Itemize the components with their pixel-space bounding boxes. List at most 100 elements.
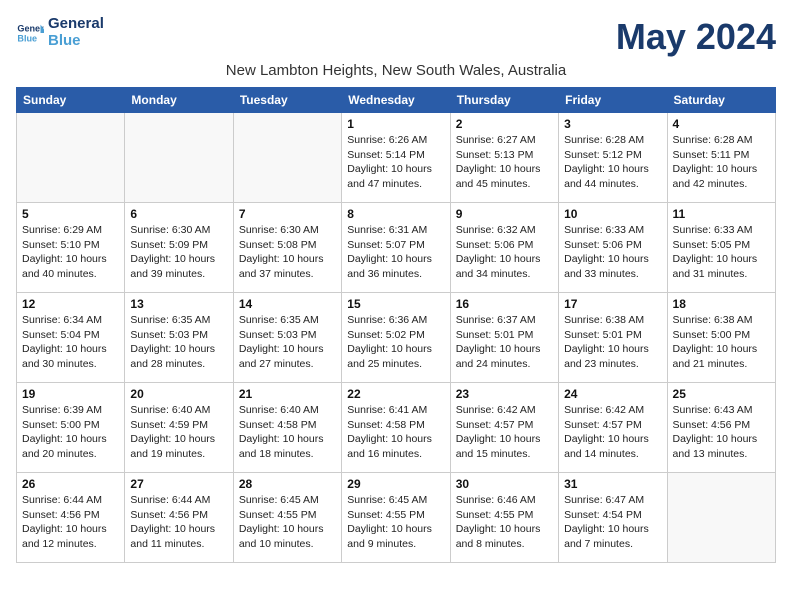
day-info: Sunrise: 6:28 AM Sunset: 5:12 PM Dayligh…: [564, 133, 661, 192]
calendar-week-row: 19Sunrise: 6:39 AM Sunset: 5:00 PM Dayli…: [17, 383, 776, 473]
calendar-day-cell: 19Sunrise: 6:39 AM Sunset: 5:00 PM Dayli…: [17, 383, 125, 473]
calendar-day-cell: 18 Sunrise: 6:38 AM Sunset: 5:00 PM Dayli…: [667, 293, 775, 383]
day-number: 25: [673, 387, 770, 401]
day-number: 9: [456, 207, 553, 221]
month-title: May 2024: [616, 16, 776, 58]
day-number: 28: [239, 477, 336, 491]
calendar-day-cell: 30Sunrise: 6:46 AM Sunset: 4:55 PM Dayli…: [450, 473, 558, 563]
weekday-header: Friday: [559, 88, 667, 113]
logo-line1: General: [48, 16, 104, 33]
day-info: Sunrise: 6:27 AM Sunset: 5:13 PM Dayligh…: [456, 133, 553, 192]
day-number: 18: [673, 297, 770, 311]
day-info: Sunrise: 6:40 AM Sunset: 4:58 PM Dayligh…: [239, 403, 336, 462]
day-info: Sunrise: 6:41 AM Sunset: 4:58 PM Dayligh…: [347, 403, 444, 462]
calendar-day-cell: 17Sunrise: 6:38 AM Sunset: 5:01 PM Dayli…: [559, 293, 667, 383]
calendar-day-cell: 13Sunrise: 6:35 AM Sunset: 5:03 PM Dayli…: [125, 293, 233, 383]
day-number: 16: [456, 297, 553, 311]
logo-icon: General Blue: [16, 19, 44, 47]
logo-line2: Blue: [48, 33, 104, 50]
day-info: Sunrise: 6:37 AM Sunset: 5:01 PM Dayligh…: [456, 313, 553, 372]
day-info: Sunrise: 6:38 AM Sunset: 5:00 PM Dayligh…: [673, 313, 770, 372]
weekday-header: Thursday: [450, 88, 558, 113]
calendar-day-cell: 29Sunrise: 6:45 AM Sunset: 4:55 PM Dayli…: [342, 473, 450, 563]
calendar-day-cell: 31Sunrise: 6:47 AM Sunset: 4:54 PM Dayli…: [559, 473, 667, 563]
location-title: New Lambton Heights, New South Wales, Au…: [16, 62, 776, 79]
day-number: 20: [130, 387, 227, 401]
day-number: 27: [130, 477, 227, 491]
day-number: 12: [22, 297, 119, 311]
svg-text:General: General: [17, 23, 44, 33]
day-number: 4: [673, 117, 770, 131]
calendar-day-cell: 9 Sunrise: 6:32 AM Sunset: 5:06 PM Daylig…: [450, 203, 558, 293]
day-number: 21: [239, 387, 336, 401]
day-info: Sunrise: 6:43 AM Sunset: 4:56 PM Dayligh…: [673, 403, 770, 462]
day-number: 8: [347, 207, 444, 221]
day-number: 11: [673, 207, 770, 221]
calendar-day-cell: 15 Sunrise: 6:36 AM Sunset: 5:02 PM Dayli…: [342, 293, 450, 383]
calendar-day-cell: 24Sunrise: 6:42 AM Sunset: 4:57 PM Dayli…: [559, 383, 667, 473]
calendar-day-cell: 10Sunrise: 6:33 AM Sunset: 5:06 PM Dayli…: [559, 203, 667, 293]
weekday-header: Wednesday: [342, 88, 450, 113]
calendar-week-row: 12 Sunrise: 6:34 AM Sunset: 5:04 PM Dayli…: [17, 293, 776, 383]
day-number: 29: [347, 477, 444, 491]
day-info: Sunrise: 6:44 AM Sunset: 4:56 PM Dayligh…: [130, 493, 227, 552]
calendar-day-cell: 25 Sunrise: 6:43 AM Sunset: 4:56 PM Dayli…: [667, 383, 775, 473]
day-info: Sunrise: 6:42 AM Sunset: 4:57 PM Dayligh…: [564, 403, 661, 462]
page-header: General Blue General Blue May 2024: [16, 16, 776, 58]
calendar-week-row: 26Sunrise: 6:44 AM Sunset: 4:56 PM Dayli…: [17, 473, 776, 563]
calendar-day-cell: 7Sunrise: 6:30 AM Sunset: 5:08 PM Daylig…: [233, 203, 341, 293]
svg-text:Blue: Blue: [17, 33, 37, 43]
calendar-week-row: 1 Sunrise: 6:26 AM Sunset: 5:14 PM Daylig…: [17, 113, 776, 203]
weekday-header: Saturday: [667, 88, 775, 113]
calendar-day-cell: [667, 473, 775, 563]
day-number: 3: [564, 117, 661, 131]
day-number: 15: [347, 297, 444, 311]
day-number: 17: [564, 297, 661, 311]
day-info: Sunrise: 6:33 AM Sunset: 5:06 PM Dayligh…: [564, 223, 661, 282]
day-number: 7: [239, 207, 336, 221]
calendar-day-cell: [233, 113, 341, 203]
day-info: Sunrise: 6:28 AM Sunset: 5:11 PM Dayligh…: [673, 133, 770, 192]
day-info: Sunrise: 6:31 AM Sunset: 5:07 PM Dayligh…: [347, 223, 444, 282]
day-number: 22: [347, 387, 444, 401]
weekday-header: Tuesday: [233, 88, 341, 113]
day-info: Sunrise: 6:36 AM Sunset: 5:02 PM Dayligh…: [347, 313, 444, 372]
calendar-table: SundayMondayTuesdayWednesdayThursdayFrid…: [16, 87, 776, 563]
day-info: Sunrise: 6:42 AM Sunset: 4:57 PM Dayligh…: [456, 403, 553, 462]
day-info: Sunrise: 6:30 AM Sunset: 5:09 PM Dayligh…: [130, 223, 227, 282]
calendar-day-cell: 12 Sunrise: 6:34 AM Sunset: 5:04 PM Dayli…: [17, 293, 125, 383]
weekday-header: Monday: [125, 88, 233, 113]
day-info: Sunrise: 6:26 AM Sunset: 5:14 PM Dayligh…: [347, 133, 444, 192]
calendar-day-cell: 21 Sunrise: 6:40 AM Sunset: 4:58 PM Dayli…: [233, 383, 341, 473]
calendar-day-cell: 6Sunrise: 6:30 AM Sunset: 5:09 PM Daylig…: [125, 203, 233, 293]
weekday-header: Sunday: [17, 88, 125, 113]
day-info: Sunrise: 6:39 AM Sunset: 5:00 PM Dayligh…: [22, 403, 119, 462]
logo: General Blue General Blue: [16, 16, 104, 49]
day-info: Sunrise: 6:34 AM Sunset: 5:04 PM Dayligh…: [22, 313, 119, 372]
calendar-day-cell: 23 Sunrise: 6:42 AM Sunset: 4:57 PM Dayli…: [450, 383, 558, 473]
calendar-week-row: 5Sunrise: 6:29 AM Sunset: 5:10 PM Daylig…: [17, 203, 776, 293]
calendar-day-cell: 26Sunrise: 6:44 AM Sunset: 4:56 PM Dayli…: [17, 473, 125, 563]
day-info: Sunrise: 6:45 AM Sunset: 4:55 PM Dayligh…: [239, 493, 336, 552]
calendar-day-cell: 5Sunrise: 6:29 AM Sunset: 5:10 PM Daylig…: [17, 203, 125, 293]
day-info: Sunrise: 6:32 AM Sunset: 5:06 PM Dayligh…: [456, 223, 553, 282]
calendar-day-cell: 22 Sunrise: 6:41 AM Sunset: 4:58 PM Dayli…: [342, 383, 450, 473]
day-number: 1: [347, 117, 444, 131]
calendar-day-cell: [17, 113, 125, 203]
day-number: 23: [456, 387, 553, 401]
calendar-day-cell: 3 Sunrise: 6:28 AM Sunset: 5:12 PM Daylig…: [559, 113, 667, 203]
calendar-day-cell: 16 Sunrise: 6:37 AM Sunset: 5:01 PM Dayli…: [450, 293, 558, 383]
day-number: 13: [130, 297, 227, 311]
calendar-day-cell: 28 Sunrise: 6:45 AM Sunset: 4:55 PM Dayli…: [233, 473, 341, 563]
calendar-day-cell: 4 Sunrise: 6:28 AM Sunset: 5:11 PM Daylig…: [667, 113, 775, 203]
calendar-day-cell: [125, 113, 233, 203]
calendar-day-cell: 1 Sunrise: 6:26 AM Sunset: 5:14 PM Daylig…: [342, 113, 450, 203]
day-number: 5: [22, 207, 119, 221]
calendar-day-cell: 2Sunrise: 6:27 AM Sunset: 5:13 PM Daylig…: [450, 113, 558, 203]
calendar-day-cell: 14Sunrise: 6:35 AM Sunset: 5:03 PM Dayli…: [233, 293, 341, 383]
day-info: Sunrise: 6:44 AM Sunset: 4:56 PM Dayligh…: [22, 493, 119, 552]
calendar-day-cell: 8 Sunrise: 6:31 AM Sunset: 5:07 PM Daylig…: [342, 203, 450, 293]
day-number: 14: [239, 297, 336, 311]
day-number: 30: [456, 477, 553, 491]
day-number: 31: [564, 477, 661, 491]
